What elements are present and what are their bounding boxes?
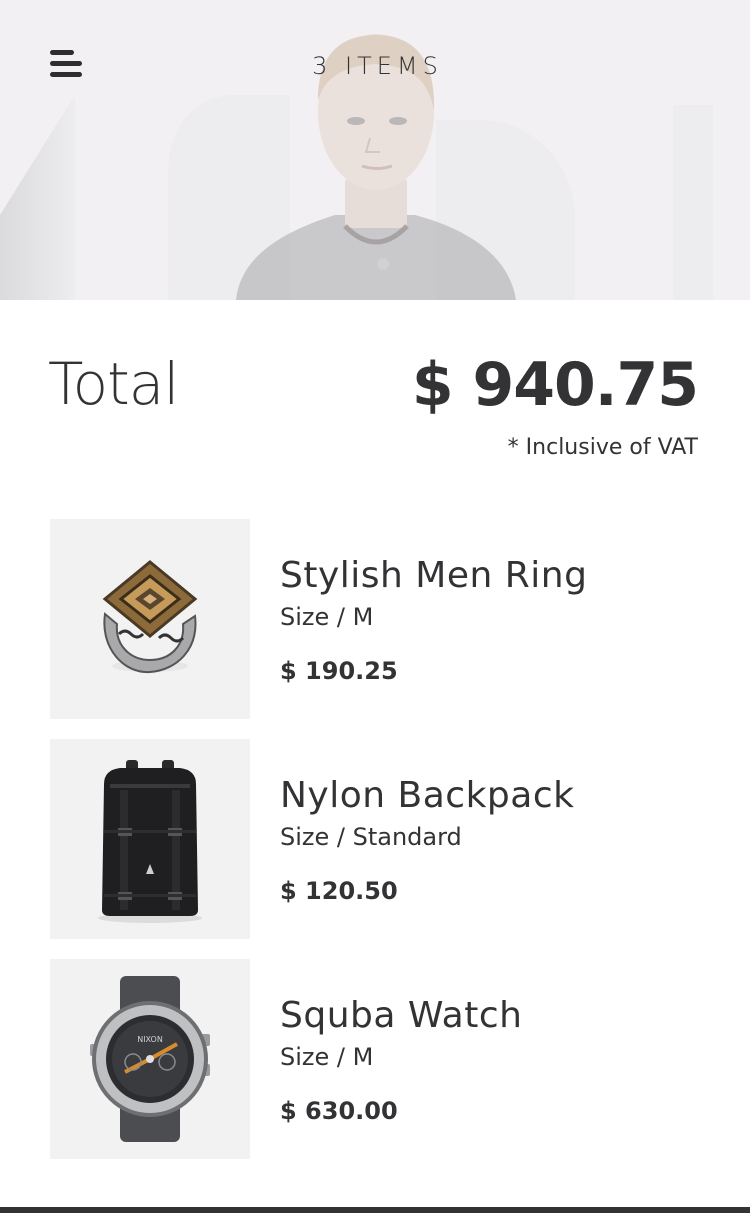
watch-brand: NIXON (137, 1035, 163, 1044)
hero-image (0, 0, 750, 300)
product-price: $ 630.00 (280, 1097, 398, 1125)
product-name[interactable]: Squba Watch (280, 995, 522, 1036)
product-thumbnail[interactable] (50, 739, 250, 939)
total-amount: $ 940.75 (411, 350, 699, 420)
cart-item[interactable]: NIXON Squba Watch Size / M $ 630.00 (50, 959, 700, 1159)
product-name[interactable]: Nylon Backpack (280, 775, 574, 816)
cart-item[interactable]: Stylish Men Ring Size / M $ 190.25 (50, 519, 700, 719)
backpack-image (98, 760, 202, 923)
bottom-bar (0, 1207, 750, 1213)
product-thumbnail[interactable] (50, 519, 250, 719)
product-thumbnail[interactable]: NIXON (50, 959, 250, 1159)
product-size: Size / M (280, 1043, 374, 1071)
product-name[interactable]: Stylish Men Ring (280, 555, 587, 596)
product-price: $ 120.50 (280, 877, 398, 905)
product-size: Size / M (280, 603, 374, 631)
total-label: Total (48, 350, 179, 418)
product-size: Size / Standard (280, 823, 462, 851)
product-price: $ 190.25 (280, 657, 398, 685)
cart-item[interactable]: Nylon Backpack Size / Standard $ 120.50 (50, 739, 700, 939)
watch-image: NIXON (90, 976, 210, 1142)
items-count-title: 3 ITEMS (312, 52, 443, 80)
hero-banner: 3 ITEMS (0, 0, 750, 300)
ring-image (102, 560, 198, 674)
vat-note: * Inclusive of VAT (507, 435, 698, 460)
